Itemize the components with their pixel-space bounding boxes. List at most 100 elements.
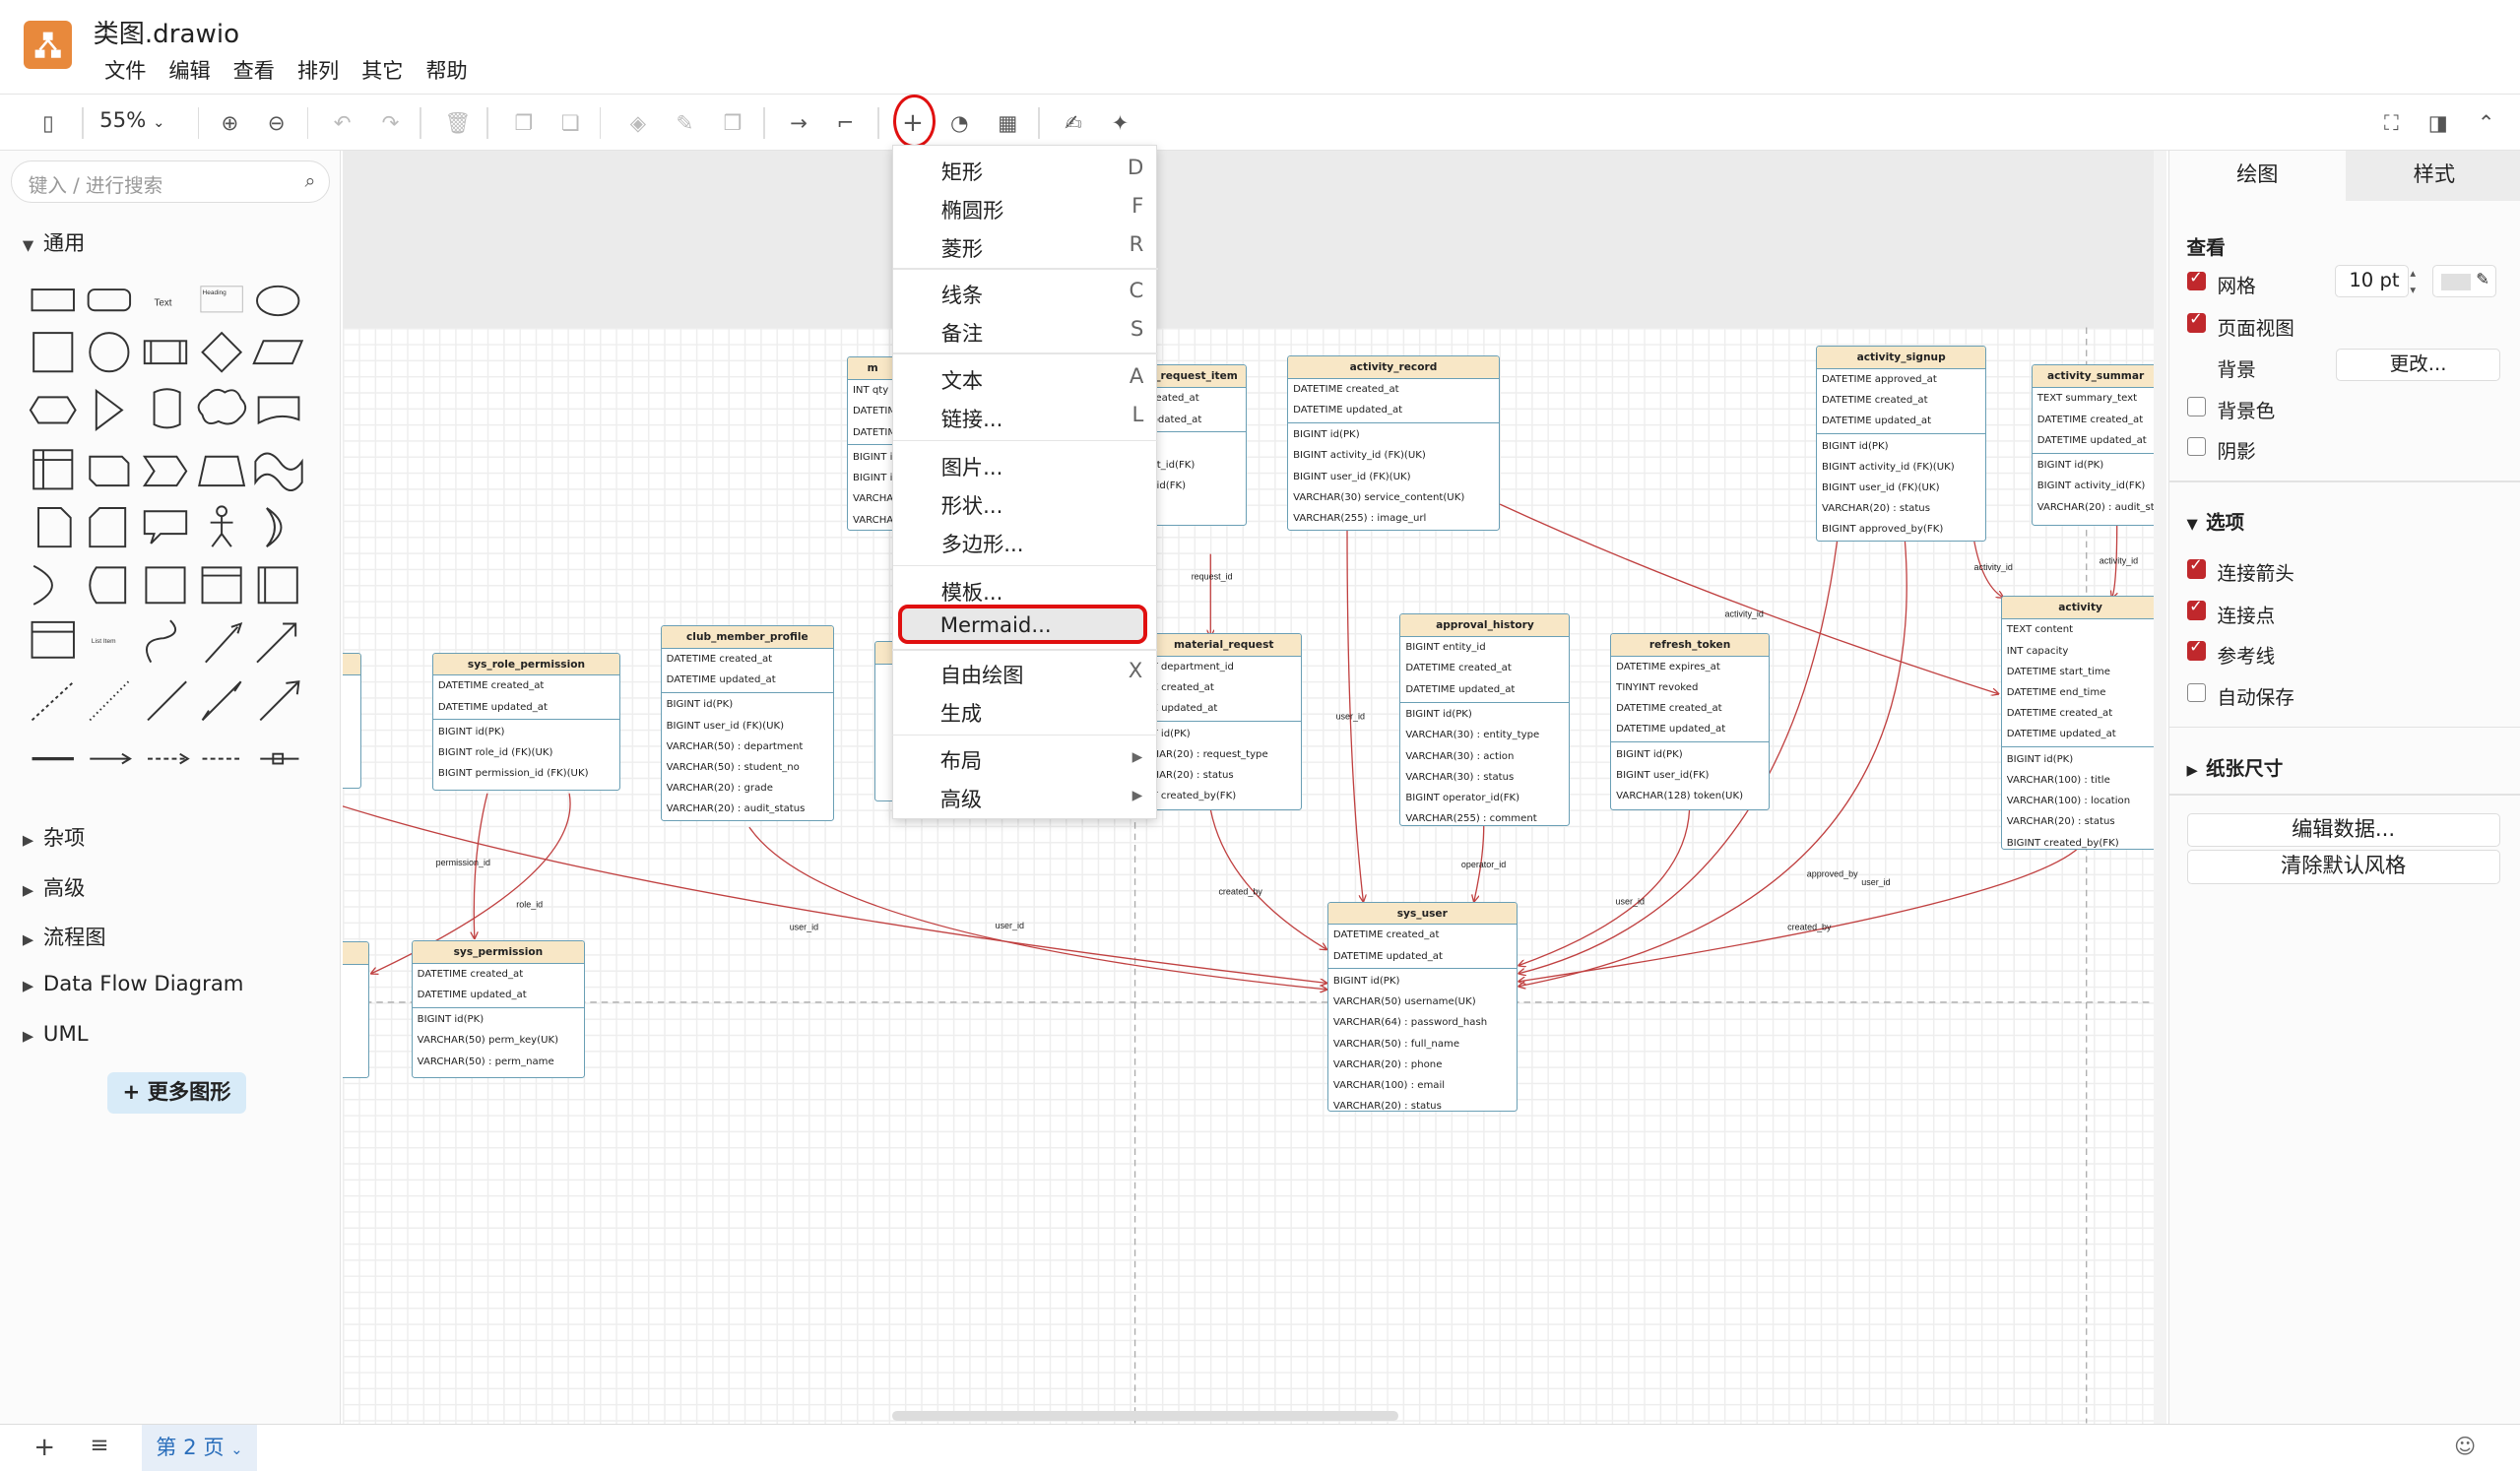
tab-diagram[interactable]: 绘图 — [2168, 151, 2347, 201]
menu-item-shape[interactable]: 形状... — [893, 483, 1158, 522]
zoom-out-icon[interactable]: ⊖ — [260, 107, 292, 140]
shadow-icon[interactable]: ❒ — [717, 107, 749, 140]
entity-title: refresh_token — [1611, 634, 1769, 657]
menu-view[interactable]: 查看 — [222, 54, 286, 85]
entity-sys-role-permission[interactable]: sys_role_permission DATETIME created_at … — [432, 652, 620, 791]
search-icon[interactable]: ⌕ — [305, 169, 316, 192]
collapsed-triangle-icon: ▶ — [2186, 761, 2198, 779]
edge-label-created-by-1: created_by — [1218, 887, 1262, 897]
menu-file[interactable]: 文件 — [94, 54, 158, 85]
section-advanced[interactable]: ▶ 高级 — [23, 871, 85, 902]
canvas-vertical-scrollbar[interactable] — [2153, 151, 2166, 1424]
feedback-bot-icon[interactable]: ☺ — [2454, 1435, 2476, 1459]
shape-search-input[interactable]: 键入 / 进行搜索 ⌕ — [11, 160, 330, 203]
edit-data-button[interactable]: 编辑数据... — [2186, 812, 2500, 848]
connection-arrows-checkbox[interactable] — [2186, 555, 2207, 579]
line-color-icon[interactable]: ✎ — [669, 107, 701, 140]
menu-item-image[interactable]: 图片... — [893, 444, 1158, 482]
guides-checkbox[interactable] — [2186, 637, 2207, 661]
entity-cut-left-2[interactable] — [342, 941, 370, 1079]
menu-item-link[interactable]: 链接... L — [893, 396, 1158, 434]
entity-activity-signup[interactable]: activity_signup DATETIME approved_at DAT… — [1816, 345, 1987, 542]
entity-activity[interactable]: activity TEXT content INT capacity DATET… — [2000, 596, 2154, 851]
section-uml[interactable]: ▶ UML — [23, 1022, 89, 1047]
menu-item-template[interactable]: 模板... — [893, 570, 1158, 608]
add-page-plus-icon[interactable]: + — [33, 1433, 55, 1462]
generate-sparkle-icon[interactable]: ✦ — [1104, 107, 1136, 140]
waypoints-icon[interactable]: ⌐ — [829, 107, 862, 140]
grid-checkbox[interactable] — [2186, 268, 2207, 291]
grid-size-input[interactable]: 10 pt — [2334, 265, 2409, 297]
menu-extras[interactable]: 其它 — [351, 54, 415, 85]
freehand-icon[interactable]: ✍ — [1058, 107, 1090, 140]
entity-approval-history[interactable]: approval_history BIGINT entity_id DATETI… — [1399, 613, 1571, 826]
page-view-checkbox[interactable] — [2186, 309, 2207, 333]
to-front-icon[interactable]: ❐ — [508, 107, 541, 140]
format-panel-toggle-icon[interactable]: ▯ — [32, 107, 65, 140]
entity-cut-left-1[interactable] — [342, 652, 362, 790]
menu-item-note[interactable]: 备注 S — [893, 311, 1158, 350]
delete-icon[interactable]: 🗑 — [442, 107, 475, 140]
canvas-horizontal-scrollbar[interactable] — [891, 1410, 1398, 1421]
entity-activity-summary[interactable]: activity_summar TEXT summary_text DATETI… — [2031, 364, 2154, 526]
menu-item-advanced[interactable]: 高级 ▸ — [892, 776, 1157, 814]
entity-activity-record[interactable]: activity_record DATETIME created_at DATE… — [1287, 354, 1500, 531]
redo-icon[interactable]: ↷ — [374, 107, 407, 140]
clear-default-style-button[interactable]: 清除默认风格 — [2186, 850, 2500, 884]
fill-color-icon[interactable]: ◈ — [622, 107, 655, 140]
undo-icon[interactable]: ↶ — [326, 107, 358, 140]
document-title[interactable]: 类图.drawio — [94, 13, 239, 50]
grid-size-stepper-icon[interactable]: ▴ ▾ — [2410, 265, 2416, 297]
section-misc[interactable]: ▶ 杂项 — [23, 821, 85, 852]
shapes-icon[interactable]: ◔ — [943, 107, 976, 140]
zoom-in-icon[interactable]: ⊕ — [214, 107, 246, 140]
entity-sys-permission[interactable]: sys_permission DATETIME created_at DATET… — [411, 939, 586, 1079]
entity-field: TEXT summary_text — [2036, 393, 2138, 405]
menu-item-layout[interactable]: 布局 ▸ — [892, 737, 1157, 776]
entity-club-member-profile[interactable]: club_member_profile DATETIME created_at … — [660, 624, 834, 821]
menu-arrange[interactable]: 排列 — [286, 54, 350, 85]
general-shapes-palette[interactable]: Text Heading List Item — [26, 277, 331, 775]
menu-item-line[interactable]: 线条 C — [893, 273, 1158, 311]
menu-item-mermaid[interactable]: Mermaid... — [892, 608, 1157, 646]
connection-arrow-icon[interactable]: → — [783, 107, 815, 140]
connection-points-checkbox[interactable] — [2186, 597, 2207, 620]
toggle-panel-icon[interactable]: ◨ — [2422, 107, 2454, 140]
menu-item-text[interactable]: 文本 A — [893, 357, 1158, 396]
options-heading[interactable]: ▼ 选项 — [2187, 506, 2245, 535]
entity-sys-user[interactable]: sys_user DATETIME created_at DATETIME up… — [1327, 901, 1518, 1113]
entity-field: VARCHAR(100) : email — [1332, 1080, 1446, 1092]
fullscreen-icon[interactable]: ⛶ — [2375, 107, 2408, 140]
pages-menu-icon[interactable]: ≡ — [90, 1433, 108, 1458]
menu-help[interactable]: 帮助 — [415, 54, 479, 85]
menu-item-rectangle[interactable]: 矩形 D — [893, 149, 1158, 187]
tab-style[interactable]: 样式 — [2346, 151, 2520, 201]
section-general[interactable]: ▼ 通用 — [23, 226, 85, 257]
entity-material-request[interactable]: material_request T department_id E creat… — [1145, 633, 1302, 810]
to-back-icon[interactable]: ❏ — [554, 107, 587, 140]
collapse-chevron-up-icon[interactable]: ⌃ — [2470, 107, 2502, 140]
edge-label-request-id: request_id — [1191, 572, 1232, 582]
table-icon[interactable]: ▦ — [992, 107, 1024, 140]
menu-item-rhombus[interactable]: 菱形 R — [893, 225, 1158, 264]
more-shapes-button[interactable]: + 更多图形 — [107, 1071, 246, 1114]
diagram-canvas[interactable]: request_id user_id user_id user_id user_… — [342, 151, 2154, 1424]
entity-partial-m[interactable]: m INT qty DATETIM DATETIM BIGINT id BIGI… — [847, 356, 899, 531]
section-flowchart[interactable]: ▶ 流程图 — [23, 921, 106, 951]
paper-size-heading[interactable]: ▶ 纸张尺寸 — [2187, 752, 2284, 781]
shadow-checkbox[interactable] — [2186, 436, 2207, 457]
section-dfd[interactable]: ▶ Data Flow Diagram — [23, 972, 244, 996]
autosave-checkbox[interactable] — [2186, 682, 2207, 703]
change-background-button[interactable]: 更改... — [2336, 349, 2500, 381]
entity-refresh-token[interactable]: refresh_token DATETIME expires_at TINYIN… — [1610, 633, 1770, 810]
page-tab-2[interactable]: 第 2 页 ⌄ — [141, 1424, 258, 1472]
menu-item-ellipse[interactable]: 椭圆形 F — [893, 187, 1158, 225]
menu-edit[interactable]: 编辑 — [158, 54, 222, 85]
entity-request-item[interactable]: _request_item reated_at pdated_at st_id(… — [1145, 364, 1248, 526]
grid-color-picker[interactable]: ✎ — [2432, 265, 2497, 297]
menu-item-generate[interactable]: 生成 — [892, 691, 1157, 730]
zoom-select[interactable]: 55% ⌄ — [99, 108, 164, 133]
menu-item-freehand[interactable]: 自由绘图 X — [892, 653, 1157, 691]
bg-color-checkbox[interactable] — [2186, 397, 2207, 416]
menu-item-polygon[interactable]: 多边形... — [893, 522, 1158, 560]
